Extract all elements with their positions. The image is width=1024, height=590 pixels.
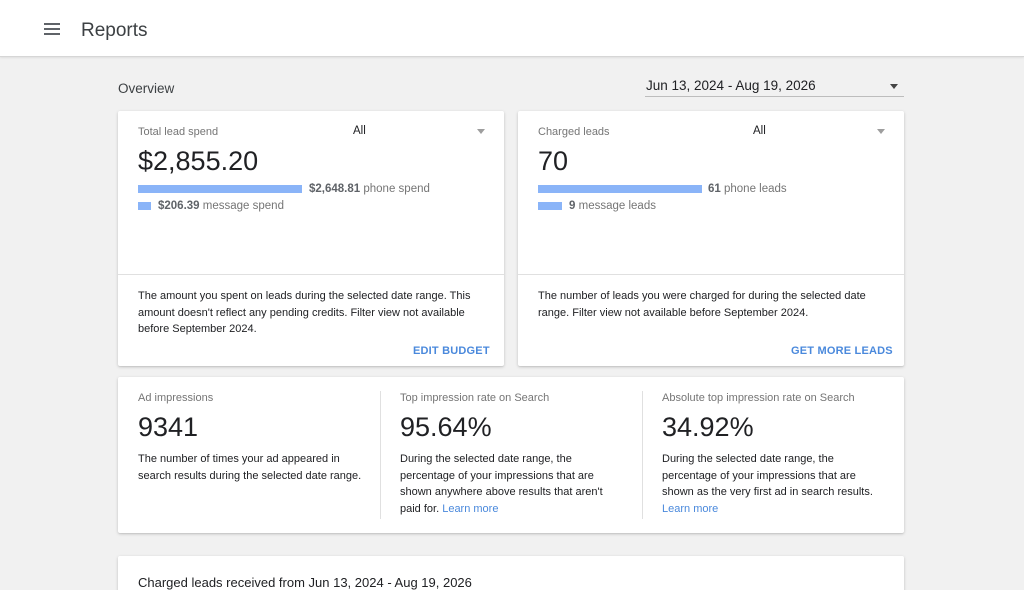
- dropdown-arrow-icon: [890, 84, 898, 89]
- charged-leads-received-card: Charged leads received from Jun 13, 2024…: [118, 556, 904, 590]
- top-impression-rate-label: Top impression rate on Search: [400, 392, 550, 404]
- message-leads-count: 9: [569, 200, 576, 212]
- date-range-value: Jun 13, 2024 - Aug 19, 2026: [646, 78, 816, 93]
- phone-spend-label: phone spend: [363, 183, 430, 195]
- edit-budget-button[interactable]: EDIT BUDGET: [413, 345, 490, 357]
- date-range-selector[interactable]: Jun 13, 2024 - Aug 19, 2026: [645, 76, 904, 97]
- absolute-top-impression-rate-metric: Absolute top impression rate on Search 3…: [662, 377, 902, 533]
- charged-leads-filter-value: All: [753, 125, 766, 137]
- phone-leads-legend: 61 phone leads: [708, 183, 787, 195]
- learn-more-link[interactable]: Learn more: [662, 503, 718, 515]
- ad-impressions-value: 9341: [138, 412, 199, 442]
- phone-leads-label: phone leads: [724, 183, 787, 195]
- message-leads-label: message leads: [578, 200, 656, 212]
- top-impression-rate-metric: Top impression rate on Search 95.64% Dur…: [400, 377, 640, 533]
- message-spend-legend: $206.39 message spend: [158, 200, 284, 212]
- charged-leads-description: The number of leads you were charged for…: [538, 290, 866, 319]
- charged-leads-filter-dropdown[interactable]: All: [753, 124, 888, 140]
- dropdown-arrow-icon: [477, 129, 485, 134]
- charged-leads-received-title: Charged leads received from Jun 13, 2024…: [138, 575, 472, 590]
- charged-leads-card: Charged leads All 70 61 phone leads 9 me…: [518, 111, 904, 366]
- absolute-top-impression-rate-label: Absolute top impression rate on Search: [662, 392, 855, 404]
- phone-spend-amount: $2,648.81: [309, 183, 361, 195]
- get-more-leads-button[interactable]: GET MORE LEADS: [791, 345, 893, 357]
- absolute-top-impression-rate-text: During the selected date range, the perc…: [662, 453, 873, 498]
- dropdown-arrow-icon: [877, 129, 885, 134]
- top-app-bar: Reports: [0, 0, 1024, 57]
- top-impression-rate-description: During the selected date range, the perc…: [400, 451, 625, 517]
- top-impression-rate-text: During the selected date range, the perc…: [400, 453, 603, 515]
- phone-leads-count: 61: [708, 183, 721, 195]
- total-lead-spend-label: Total lead spend: [138, 126, 219, 138]
- phone-spend-bar: [138, 185, 302, 193]
- lead-spend-filter-dropdown[interactable]: All: [353, 124, 488, 140]
- message-spend-bar: [138, 202, 151, 210]
- message-leads-legend: 9 message leads: [569, 200, 656, 212]
- total-lead-spend-card: Total lead spend All $2,855.20 $2,648.81…: [118, 111, 504, 366]
- charged-leads-value: 70: [538, 146, 569, 176]
- absolute-top-impression-rate-value: 34.92%: [662, 412, 754, 442]
- ad-impressions-metric: Ad impressions 9341 The number of times …: [138, 377, 378, 533]
- phone-spend-legend: $2,648.81 phone spend: [309, 183, 430, 195]
- message-spend-amount: $206.39: [158, 200, 200, 212]
- message-spend-label: message spend: [202, 200, 284, 212]
- column-divider: [642, 391, 643, 519]
- absolute-top-impression-rate-description: During the selected date range, the perc…: [662, 451, 887, 517]
- charged-leads-label: Charged leads: [538, 126, 610, 138]
- card-divider: [518, 274, 904, 275]
- ad-impressions-description: The number of times your ad appeared in …: [138, 453, 362, 482]
- column-divider: [380, 391, 381, 519]
- total-lead-spend-value: $2,855.20: [138, 146, 259, 176]
- lead-spend-description: The amount you spent on leads during the…: [138, 290, 471, 335]
- message-leads-bar: [538, 202, 562, 210]
- ad-impressions-label: Ad impressions: [138, 392, 214, 404]
- card-divider: [118, 274, 504, 275]
- page-title: Reports: [81, 20, 148, 41]
- impressions-card: Ad impressions 9341 The number of times …: [118, 377, 904, 533]
- top-impression-rate-value: 95.64%: [400, 412, 492, 442]
- phone-leads-bar: [538, 185, 702, 193]
- hamburger-menu-icon[interactable]: [38, 17, 66, 41]
- learn-more-link[interactable]: Learn more: [442, 503, 498, 515]
- overview-label: Overview: [118, 81, 175, 96]
- lead-spend-filter-value: All: [353, 125, 366, 137]
